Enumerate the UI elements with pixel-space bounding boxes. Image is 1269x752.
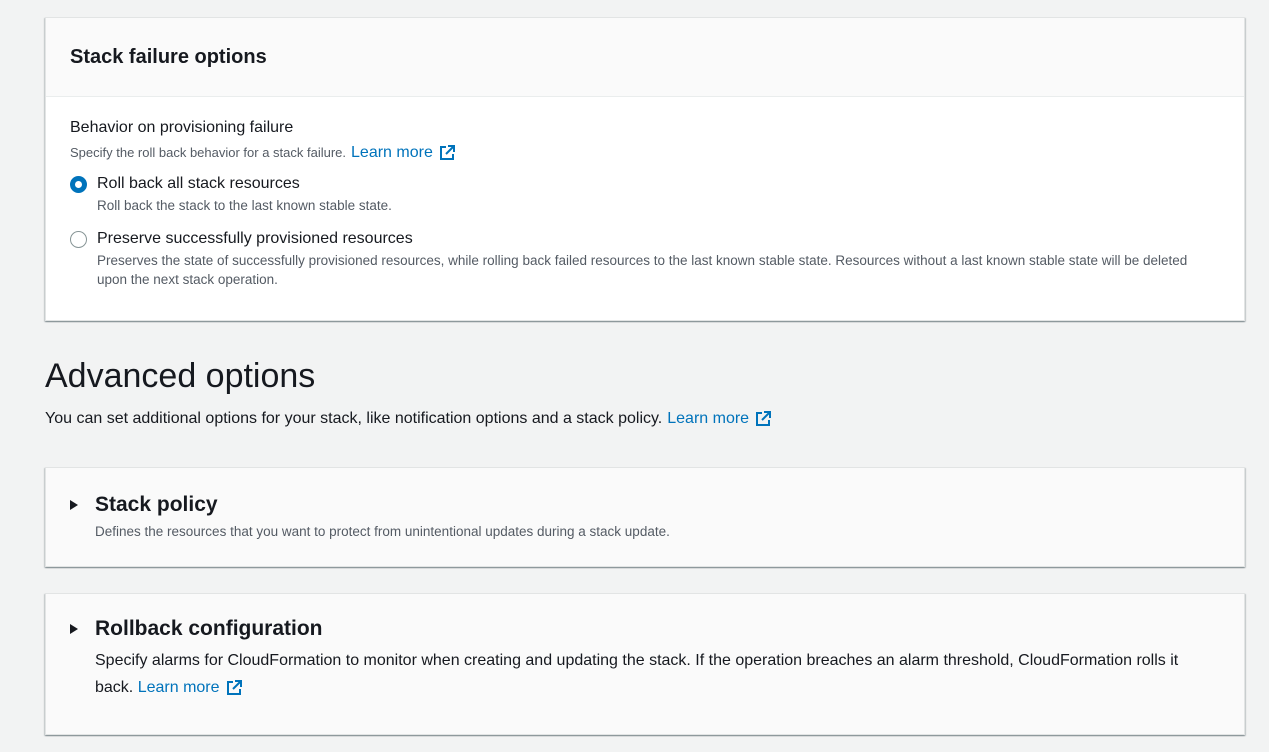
radio-option-rollback-all[interactable]: Roll back all stack resources Roll back … <box>70 173 1220 215</box>
panel-body: Behavior on provisioning failure Specify… <box>46 97 1244 289</box>
learn-more-label: Learn more <box>137 679 220 696</box>
learn-more-link[interactable]: Learn more <box>667 408 772 430</box>
section-description: Specify alarms for CloudFormation to mon… <box>46 647 1244 701</box>
learn-more-link[interactable]: Learn more <box>138 674 243 701</box>
radio-text: Preserve successfully provisioned resour… <box>97 228 1220 289</box>
section-title: Rollback configuration <box>95 617 323 640</box>
panel-title: Stack failure options <box>70 45 267 68</box>
panel-header: Stack failure options <box>46 18 1244 97</box>
radio-label: Roll back all stack resources <box>97 175 300 192</box>
radio-text: Roll back all stack resources Roll back … <box>97 173 392 215</box>
rollback-configuration-panel: Rollback configuration Specify alarms fo… <box>45 593 1245 735</box>
external-link-icon <box>226 679 242 695</box>
learn-more-label: Learn more <box>667 410 750 427</box>
advanced-options-description: You can set additional options for your … <box>45 408 772 430</box>
stack-failure-options-panel: Stack failure options Behavior on provis… <box>45 17 1245 321</box>
radio-option-preserve[interactable]: Preserve successfully provisioned resour… <box>70 228 1220 289</box>
caret-right-icon <box>70 624 78 634</box>
field-description: Specify the roll back behavior for a sta… <box>70 143 1220 163</box>
advanced-options-heading: Advanced options <box>45 357 316 395</box>
caret-right-icon <box>70 500 78 510</box>
section-description-text: Specify alarms for CloudFormation to mon… <box>95 652 1179 696</box>
section-description: Defines the resources that you want to p… <box>95 524 670 539</box>
rollback-configuration-expand-toggle[interactable]: Rollback configuration <box>46 617 1244 641</box>
external-link-icon <box>439 145 455 160</box>
radio-description: Preserves the state of successfully prov… <box>97 253 1188 287</box>
stack-policy-panel: Stack policy Defines the resources that … <box>45 467 1245 567</box>
advanced-options-description-text: You can set additional options for your … <box>45 410 663 427</box>
radio-button-preserve[interactable] <box>70 231 87 248</box>
stack-policy-expand-toggle[interactable]: Stack policy <box>46 493 1244 517</box>
external-link-icon <box>756 411 772 426</box>
learn-more-label: Learn more <box>351 144 433 161</box>
radio-button-rollback-all[interactable] <box>70 176 87 193</box>
field-description-text: Specify the roll back behavior for a sta… <box>70 145 347 160</box>
radio-description: Roll back the stack to the last known st… <box>97 198 392 213</box>
section-title: Stack policy <box>95 493 218 516</box>
field-label: Behavior on provisioning failure <box>70 119 294 136</box>
radio-label: Preserve successfully provisioned resour… <box>97 230 413 247</box>
learn-more-link[interactable]: Learn more <box>351 143 456 163</box>
